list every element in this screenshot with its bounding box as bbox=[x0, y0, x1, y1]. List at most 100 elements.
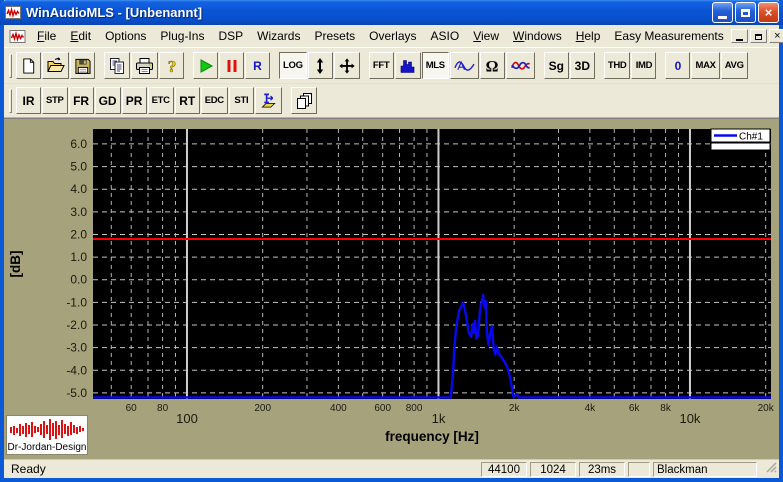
y-tick-label-0.0: 0.0 bbox=[70, 273, 87, 287]
menu-wizards[interactable]: Wizards bbox=[250, 27, 307, 45]
x-major-tick-label-100: 100 bbox=[176, 411, 198, 426]
menu-presets[interactable]: Presets bbox=[307, 27, 362, 45]
cascade-windows-button[interactable] bbox=[290, 87, 317, 114]
menu-windows[interactable]: Windows bbox=[506, 27, 569, 45]
wow-flutter-button[interactable] bbox=[505, 52, 535, 79]
frequency-response-button[interactable]: FR bbox=[68, 87, 94, 114]
vertical-zoom-button[interactable] bbox=[307, 52, 333, 79]
help-button[interactable]: ? bbox=[159, 52, 184, 79]
x-tick-label-20k: 20k bbox=[758, 403, 775, 414]
window-controls: × bbox=[712, 2, 779, 23]
mdi-restore-icon bbox=[754, 34, 762, 40]
menu-file[interactable]: File bbox=[30, 27, 63, 45]
frequency-response-chart[interactable]: 6.0 5.0 4.0 3.0 2.0 1.0 0.0 -1.0 -2.0 -3.0 -4.0 -5.… bbox=[4, 119, 779, 460]
fft-size-panel: 1024 bbox=[530, 462, 576, 477]
mdi-close-icon: × bbox=[774, 29, 781, 42]
mdi-document-icon[interactable] bbox=[9, 29, 26, 44]
menu-help[interactable]: Help bbox=[569, 27, 608, 45]
x-axis-title: frequency [Hz] bbox=[385, 429, 479, 444]
y-tick-label-1.0: 1.0 bbox=[70, 250, 87, 264]
print-button[interactable] bbox=[131, 52, 158, 79]
logo-text: Dr-Jordan-Design bbox=[7, 442, 87, 453]
mdi-minimize-button[interactable] bbox=[730, 29, 748, 43]
x-tick-label-6k: 6k bbox=[629, 403, 641, 414]
dual-wave-icon bbox=[510, 61, 530, 70]
y-tick-label-5.0: 5.0 bbox=[70, 160, 87, 174]
3d-view-button[interactable]: 3D bbox=[569, 52, 595, 79]
chart-client-area: 6.0 5.0 4.0 3.0 2.0 1.0 0.0 -1.0 -2.0 -3.0 -4.0 -5.… bbox=[4, 118, 779, 459]
maximize-button[interactable] bbox=[735, 2, 756, 23]
menu-plug-ins[interactable]: Plug-Ins bbox=[153, 27, 211, 45]
company-logo: Dr-Jordan-Design bbox=[6, 415, 88, 455]
fft-button[interactable]: FFT bbox=[368, 52, 394, 79]
energy-time-curve-button[interactable]: ETC bbox=[147, 87, 174, 114]
avg-button[interactable]: AVG bbox=[720, 52, 748, 79]
thd-button[interactable]: THD bbox=[603, 52, 631, 79]
printer-icon bbox=[136, 57, 153, 74]
maximize-icon bbox=[741, 8, 750, 17]
reverberation-time-button[interactable]: RT bbox=[174, 87, 200, 114]
record-button[interactable]: R bbox=[245, 52, 270, 79]
minimize-icon bbox=[718, 16, 727, 19]
zero-button[interactable]: 0 bbox=[665, 52, 691, 79]
log-scale-button[interactable]: LOG bbox=[279, 52, 307, 79]
save-button[interactable] bbox=[70, 52, 95, 79]
energy-decay-curve-button[interactable]: EDC bbox=[200, 87, 228, 114]
menu-easy-measurements[interactable]: Easy Measurements bbox=[607, 27, 730, 45]
menu-edit[interactable]: Edit bbox=[63, 27, 98, 45]
x-tick-label-600: 600 bbox=[374, 403, 391, 414]
pause-icon bbox=[227, 59, 236, 72]
menu-overlays[interactable]: Overlays bbox=[362, 27, 423, 45]
impulse-response-button[interactable]: IR bbox=[16, 87, 41, 114]
impedance-button[interactable]: Ω bbox=[479, 52, 505, 79]
logo-waveform-icon bbox=[10, 419, 84, 440]
open-file-button[interactable] bbox=[42, 52, 69, 79]
mls-button[interactable]: MLS bbox=[421, 52, 449, 79]
mdi-restore-button[interactable] bbox=[749, 29, 767, 43]
scope-wave-icon bbox=[454, 60, 475, 71]
y-tick-label--1.0: -1.0 bbox=[66, 295, 87, 309]
step-response-button[interactable]: STP bbox=[42, 87, 68, 114]
open-folder-icon bbox=[47, 57, 65, 72]
y-tick-label-2.0: 2.0 bbox=[70, 227, 87, 241]
pause-button[interactable] bbox=[219, 52, 244, 79]
latency-panel: 23ms bbox=[579, 462, 625, 477]
copy-button[interactable] bbox=[104, 52, 130, 79]
mdi-minimize-icon bbox=[735, 38, 743, 41]
imd-button[interactable]: IMD bbox=[631, 52, 657, 79]
mdi-close-button[interactable]: × bbox=[768, 29, 783, 43]
svg-text:?: ? bbox=[167, 57, 176, 75]
pan-button[interactable] bbox=[333, 52, 360, 79]
title-bar[interactable]: WinAudioMLS - [Unbenannt] × bbox=[0, 0, 783, 25]
app-icon bbox=[5, 5, 21, 20]
plot-area[interactable] bbox=[93, 129, 771, 399]
window-content: File Edit Options Plug-Ins DSP Wizards Presets… bbox=[4, 25, 783, 478]
y-tick-label-4.0: 4.0 bbox=[70, 182, 87, 196]
toolbar-drag-handle[interactable] bbox=[9, 88, 12, 113]
close-button[interactable]: × bbox=[758, 2, 779, 23]
legend-box-empty bbox=[710, 142, 771, 151]
menu-view[interactable]: View bbox=[466, 27, 506, 45]
status-message: Ready bbox=[11, 462, 46, 476]
export-icon bbox=[261, 92, 276, 108]
resize-grip[interactable] bbox=[765, 461, 778, 477]
y-tick-label--5.0: -5.0 bbox=[66, 386, 87, 400]
toolbar-drag-handle[interactable] bbox=[9, 53, 12, 78]
phase-response-button[interactable]: PR bbox=[121, 87, 147, 114]
export-report-button[interactable] bbox=[254, 87, 282, 114]
menu-options[interactable]: Options bbox=[98, 27, 153, 45]
play-button[interactable] bbox=[193, 52, 218, 79]
menu-asio[interactable]: ASIO bbox=[424, 27, 467, 45]
scope-button[interactable] bbox=[449, 52, 479, 79]
y-tick-label-3.0: 3.0 bbox=[70, 205, 87, 219]
v-arrows-icon bbox=[316, 57, 324, 74]
save-floppy-icon bbox=[75, 58, 91, 74]
group-delay-button[interactable]: GD bbox=[94, 87, 121, 114]
sti-button[interactable]: STI bbox=[228, 87, 254, 114]
menu-dsp[interactable]: DSP bbox=[211, 27, 250, 45]
new-file-button[interactable] bbox=[16, 52, 41, 79]
max-button[interactable]: MAX bbox=[691, 52, 720, 79]
spectrum-button[interactable] bbox=[394, 52, 421, 79]
minimize-button[interactable] bbox=[712, 2, 733, 23]
signal-generator-button[interactable]: Sg bbox=[543, 52, 569, 79]
